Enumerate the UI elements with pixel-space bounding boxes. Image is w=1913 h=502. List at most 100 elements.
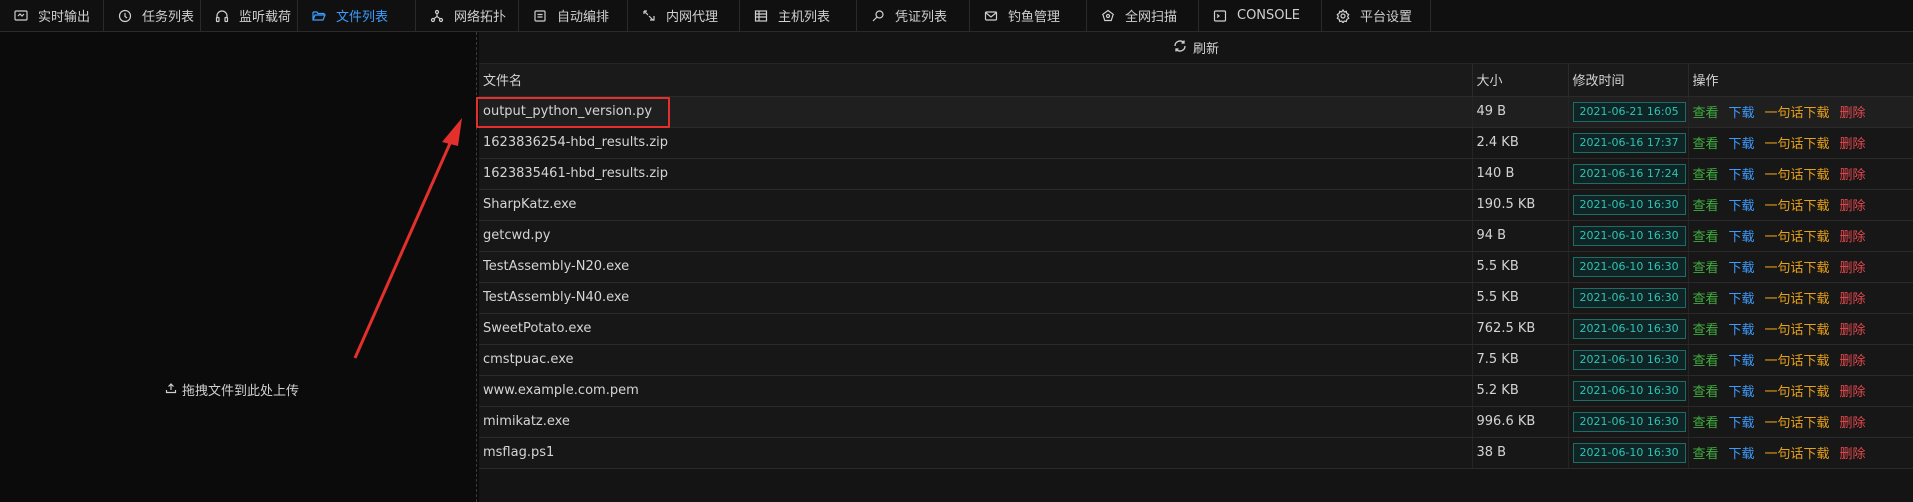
one-liner-download-link[interactable]: 一句话下载 <box>1765 106 1830 121</box>
tab-network-topology[interactable]: 网络拓扑 <box>416 0 519 31</box>
download-link[interactable]: 下载 <box>1729 354 1755 369</box>
upload-icon <box>165 382 182 398</box>
one-liner-download-link[interactable]: 一句话下载 <box>1765 447 1830 462</box>
download-link[interactable]: 下载 <box>1729 261 1755 276</box>
one-liner-download-link[interactable]: 一句话下载 <box>1765 323 1830 338</box>
delete-link[interactable]: 删除 <box>1840 230 1866 245</box>
view-link[interactable]: 查看 <box>1693 137 1719 152</box>
tab-credential-list[interactable]: 凭证列表 <box>857 0 970 31</box>
download-link[interactable]: 下载 <box>1729 199 1755 214</box>
file-name[interactable]: output_python_version.py <box>479 96 1473 128</box>
download-link[interactable]: 下载 <box>1729 385 1755 400</box>
tab-auto-orchestration[interactable]: 自动编排 <box>519 0 628 31</box>
tab-file-list[interactable]: 文件列表 <box>298 0 416 31</box>
file-size: 140 B <box>1472 158 1569 190</box>
delete-link[interactable]: 删除 <box>1840 168 1866 183</box>
tab-task-list[interactable]: 任务列表 <box>104 0 201 31</box>
file-name[interactable]: TestAssembly-N40.exe <box>479 282 1473 314</box>
view-link[interactable]: 查看 <box>1693 230 1719 245</box>
tab-platform-settings[interactable]: 平台设置 <box>1322 0 1431 31</box>
one-liner-download-link[interactable]: 一句话下载 <box>1765 385 1830 400</box>
tab-realtime-output[interactable]: 实时输出 <box>0 0 104 31</box>
download-link[interactable]: 下载 <box>1729 416 1755 431</box>
upload-dropzone[interactable]: 拖拽文件到此处上传 <box>0 32 477 502</box>
view-link[interactable]: 查看 <box>1693 447 1719 462</box>
view-link[interactable]: 查看 <box>1693 168 1719 183</box>
delete-link[interactable]: 删除 <box>1840 385 1866 400</box>
radar-icon <box>1101 9 1115 23</box>
mtime-badge: 2021-06-16 17:24 <box>1572 163 1686 184</box>
one-liner-download-link[interactable]: 一句话下载 <box>1765 292 1830 307</box>
table-row: TestAssembly-N20.exe 5.5 KB 2021-06-10 16:… <box>479 251 1913 283</box>
tab-listener-payload[interactable]: 监听载荷 <box>201 0 298 31</box>
tab-intranet-proxy[interactable]: 内网代理 <box>628 0 740 31</box>
download-link[interactable]: 下载 <box>1729 106 1755 121</box>
delete-link[interactable]: 删除 <box>1840 292 1866 307</box>
delete-link[interactable]: 删除 <box>1840 323 1866 338</box>
delete-link[interactable]: 删除 <box>1840 447 1866 462</box>
one-liner-download-link[interactable]: 一句话下载 <box>1765 230 1830 245</box>
view-link[interactable]: 查看 <box>1693 199 1719 214</box>
one-liner-download-link[interactable]: 一句话下载 <box>1765 199 1830 214</box>
file-rows: output_python_version.py 49 B 2021-06-21 1… <box>479 96 1913 469</box>
tab-label: 任务列表 <box>142 10 195 25</box>
delete-link[interactable]: 删除 <box>1840 137 1866 152</box>
view-link[interactable]: 查看 <box>1693 261 1719 276</box>
mtime-badge: 2021-06-10 16:30 <box>1572 349 1686 370</box>
download-link[interactable]: 下载 <box>1729 323 1755 338</box>
file-name[interactable]: SharpKatz.exe <box>479 189 1473 221</box>
download-link[interactable]: 下载 <box>1729 292 1755 307</box>
view-link[interactable]: 查看 <box>1693 323 1719 338</box>
one-liner-download-link[interactable]: 一句话下载 <box>1765 354 1830 369</box>
one-liner-download-link[interactable]: 一句话下载 <box>1765 261 1830 276</box>
top-nav: 实时输出 任务列表 监听载荷 文件列表 网络拓扑 自动编排 内网代理 主机列表 … <box>0 0 1913 32</box>
view-link[interactable]: 查看 <box>1693 416 1719 431</box>
file-name[interactable]: getcwd.py <box>479 220 1473 252</box>
file-name[interactable]: SweetPotato.exe <box>479 313 1473 345</box>
one-liner-download-link[interactable]: 一句话下载 <box>1765 416 1830 431</box>
file-actions: 查看 下载 一句话下载 删除 <box>1688 220 1913 252</box>
download-link[interactable]: 下载 <box>1729 168 1755 183</box>
file-name[interactable]: 1623836254-hbd_results.zip <box>479 127 1473 159</box>
file-name[interactable]: 1623835461-hbd_results.zip <box>479 158 1473 190</box>
refresh-button[interactable]: 刷新 <box>479 32 1913 64</box>
mtime-badge: 2021-06-10 16:30 <box>1572 411 1686 432</box>
file-size: 38 B <box>1472 437 1569 469</box>
file-name[interactable]: cmstpuac.exe <box>479 344 1473 376</box>
header-mtime[interactable]: 修改时间 <box>1568 64 1689 97</box>
file-size: 762.5 KB <box>1472 313 1569 345</box>
file-name[interactable]: www.example.com.pem <box>479 375 1473 407</box>
download-link[interactable]: 下载 <box>1729 230 1755 245</box>
file-actions: 查看 下载 一句话下载 删除 <box>1688 189 1913 221</box>
one-liner-download-link[interactable]: 一句话下载 <box>1765 137 1830 152</box>
download-link[interactable]: 下载 <box>1729 447 1755 462</box>
header-size[interactable]: 大小 <box>1472 64 1569 97</box>
tab-network-scan[interactable]: 全网扫描 <box>1087 0 1199 31</box>
tab-host-list[interactable]: 主机列表 <box>740 0 857 31</box>
delete-link[interactable]: 删除 <box>1840 106 1866 121</box>
view-link[interactable]: 查看 <box>1693 385 1719 400</box>
delete-link[interactable]: 删除 <box>1840 416 1866 431</box>
tab-label: 钓鱼管理 <box>1008 10 1061 25</box>
one-liner-download-link[interactable]: 一句话下载 <box>1765 168 1830 183</box>
tab-console[interactable]: CONSOLE <box>1199 0 1322 31</box>
tab-phishing-management[interactable]: 钓鱼管理 <box>970 0 1087 31</box>
file-table: 文件名 大小 修改时间 操作 output_python_version.py 4… <box>479 64 1913 469</box>
delete-link[interactable]: 删除 <box>1840 354 1866 369</box>
file-mtime-cell: 2021-06-10 16:30 <box>1568 251 1689 283</box>
tab-label: 平台设置 <box>1360 10 1413 25</box>
file-actions: 查看 下载 一句话下载 删除 <box>1688 406 1913 438</box>
view-link[interactable]: 查看 <box>1693 354 1719 369</box>
view-link[interactable]: 查看 <box>1693 106 1719 121</box>
delete-link[interactable]: 删除 <box>1840 261 1866 276</box>
refresh-icon <box>1173 39 1193 57</box>
download-link[interactable]: 下载 <box>1729 137 1755 152</box>
file-name[interactable]: msflag.ps1 <box>479 437 1473 469</box>
delete-link[interactable]: 删除 <box>1840 199 1866 214</box>
file-actions: 查看 下载 一句话下载 删除 <box>1688 344 1913 376</box>
file-name[interactable]: TestAssembly-N20.exe <box>479 251 1473 283</box>
view-link[interactable]: 查看 <box>1693 292 1719 307</box>
file-actions: 查看 下载 一句话下载 删除 <box>1688 437 1913 469</box>
file-name[interactable]: mimikatz.exe <box>479 406 1473 438</box>
header-filename[interactable]: 文件名 <box>479 64 1473 97</box>
